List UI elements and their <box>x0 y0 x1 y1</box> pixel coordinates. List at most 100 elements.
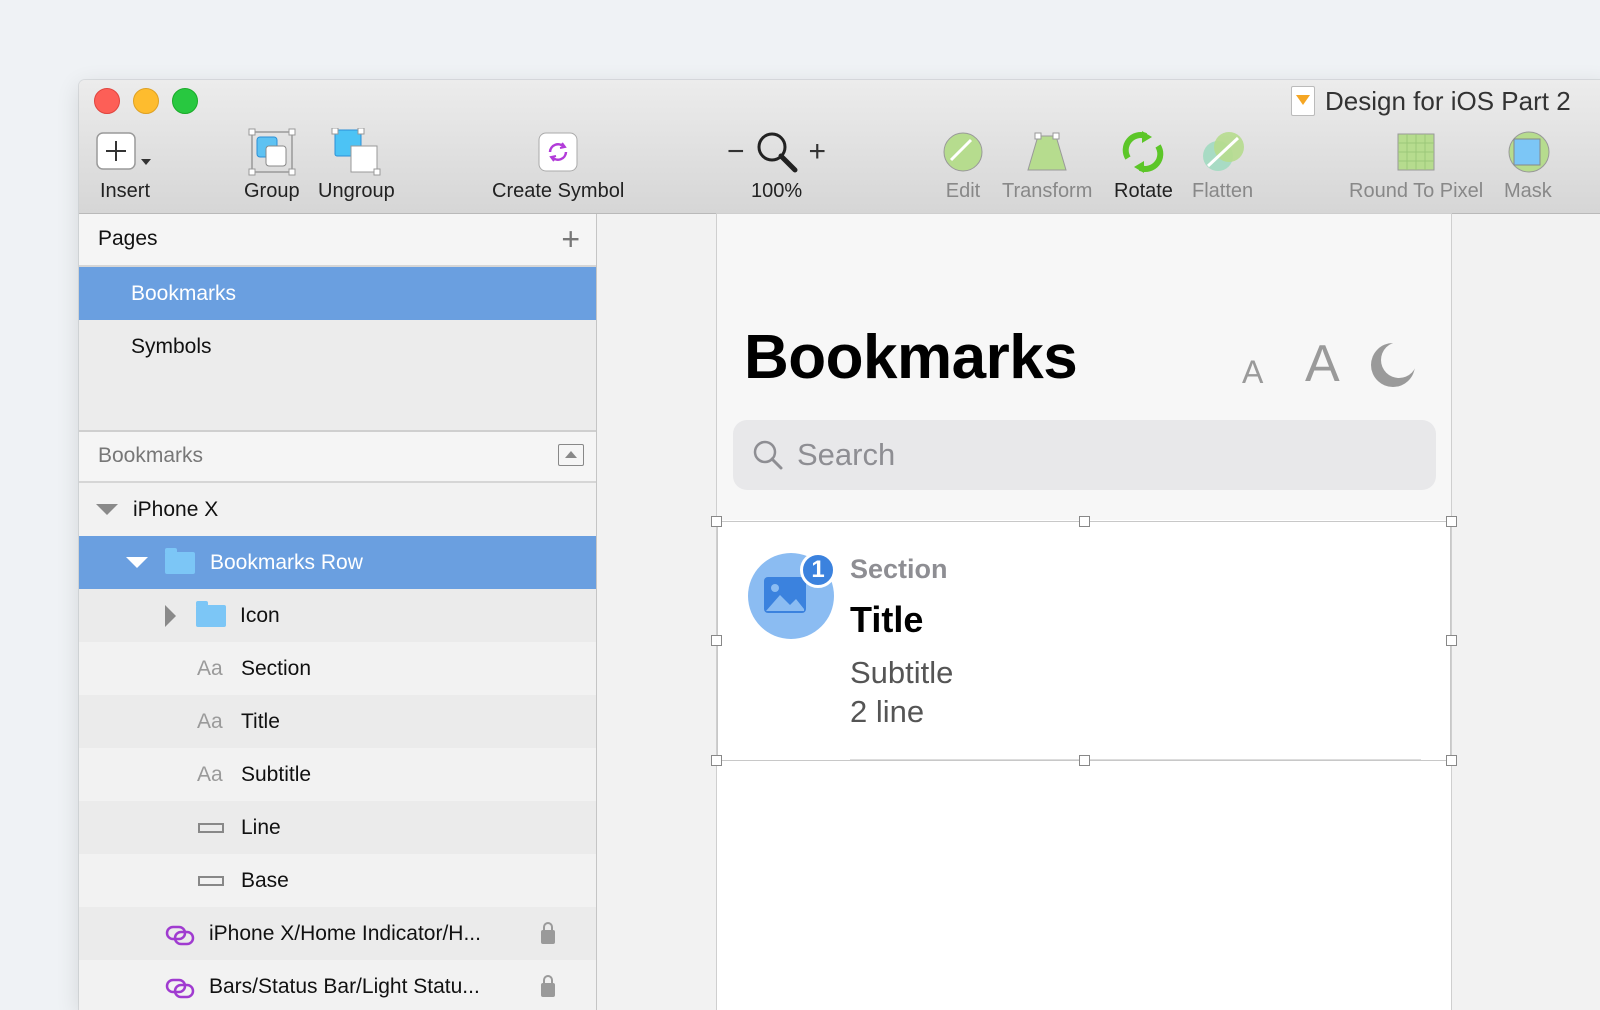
canvas[interactable]: Bookmarks A A Search 1 Section Title Sub… <box>597 214 1600 1010</box>
ungroup-label: Ungroup <box>318 180 395 202</box>
rotate-button[interactable]: Rotate <box>1114 128 1173 203</box>
rectangle-layer-icon <box>198 875 224 886</box>
disclosure-closed-icon[interactable] <box>165 604 176 627</box>
round-to-pixel-icon <box>1394 128 1438 176</box>
mask-icon <box>1505 128 1551 176</box>
layer-text-section[interactable]: Aa Section <box>79 642 596 695</box>
layer-label: Section <box>241 656 312 680</box>
resize-handle[interactable] <box>1079 755 1090 766</box>
lock-icon[interactable] <box>541 974 555 997</box>
layer-shape-base[interactable]: Base <box>79 854 596 907</box>
resize-handle[interactable] <box>1446 516 1457 527</box>
zoom-window-button[interactable] <box>172 88 198 114</box>
close-button[interactable] <box>94 88 120 114</box>
flatten-button[interactable]: Flatten <box>1192 128 1253 203</box>
resize-handle[interactable] <box>1079 516 1090 527</box>
dark-mode-icon[interactable] <box>1369 341 1417 389</box>
resize-handle[interactable] <box>1446 635 1457 646</box>
row-subtitle-line-1: Subtitle <box>850 655 954 690</box>
resize-handle[interactable] <box>711 755 722 766</box>
insert-button[interactable]: Insert <box>95 128 155 203</box>
group-icon <box>248 128 296 176</box>
insert-label: Insert <box>99 180 151 202</box>
search-placeholder: Search <box>797 437 896 472</box>
layer-shape-line[interactable]: Line <box>79 801 596 854</box>
layer-group-icon[interactable]: Icon <box>79 589 596 642</box>
sketch-document-icon <box>1291 86 1315 116</box>
folder-icon <box>196 600 226 627</box>
layer-label: Line <box>241 815 281 839</box>
zoom-in-button[interactable]: + <box>809 135 827 169</box>
lock-icon[interactable] <box>541 921 555 944</box>
transform-icon <box>1024 128 1070 176</box>
layer-label: iPhone X/Home Indicator/H... <box>209 921 481 945</box>
layer-label: iPhone X <box>133 497 219 521</box>
disclosure-open-icon[interactable] <box>126 557 148 568</box>
row-section: Section <box>850 554 948 584</box>
decrease-font-button[interactable]: A <box>1242 354 1263 391</box>
layer-text-subtitle[interactable]: Aa Subtitle <box>79 748 596 801</box>
folder-icon <box>165 547 195 574</box>
document-title: Design for iOS Part 2 <box>1291 86 1571 116</box>
flatten-label: Flatten <box>1192 180 1254 202</box>
insert-icon <box>95 128 155 176</box>
pages-header: Pages + <box>79 214 596 267</box>
layer-label: Title <box>241 709 280 733</box>
text-layer-icon: Aa <box>197 709 223 733</box>
transform-button[interactable]: Transform <box>1002 128 1092 203</box>
page-item-symbols[interactable]: Symbols <box>79 320 596 373</box>
mask-button[interactable]: Mask <box>1504 128 1552 203</box>
row-subtitle-line-2: 2 line <box>850 694 925 729</box>
sketch-window: Design for iOS Part 2 Insert Group Ungro… <box>79 80 1600 1010</box>
text-layer-icon: Aa <box>197 656 223 680</box>
round-to-pixel-label: Round To Pixel <box>1349 180 1484 202</box>
resize-handle[interactable] <box>711 516 722 527</box>
large-title: Bookmarks <box>744 323 1078 392</box>
symbol-instance-icon <box>165 924 195 945</box>
edit-icon <box>941 128 985 176</box>
magnifier-icon <box>757 132 798 173</box>
layer-label: Bars/Status Bar/Light Statu... <box>209 974 480 998</box>
layers-header: Bookmarks <box>79 432 596 483</box>
ungroup-icon <box>331 128 381 176</box>
bookmarks-row[interactable]: 1 Section Title Subtitle 2 line <box>717 521 1451 761</box>
layer-label: Bookmarks Row <box>210 550 363 574</box>
zoom-level[interactable]: 100% <box>751 180 802 203</box>
row-subtitle: Subtitle 2 line <box>850 653 953 731</box>
artboard-iphone-x[interactable]: Bookmarks A A Search 1 Section Title Sub… <box>711 214 1457 1010</box>
layers-sidebar: Pages + Bookmarks Symbols Bookmarks iPho… <box>79 214 597 1010</box>
group-button[interactable]: Group <box>244 128 300 203</box>
layer-symbol-home-indicator[interactable]: iPhone X/Home Indicator/H... <box>79 907 596 960</box>
zoom-out-button[interactable]: − <box>727 135 745 169</box>
navigation-header: Bookmarks A A Search <box>717 214 1451 520</box>
row-separator <box>850 759 1421 760</box>
layer-label: Icon <box>240 603 280 627</box>
layer-text-title[interactable]: Aa Title <box>79 695 596 748</box>
ungroup-button[interactable]: Ungroup <box>318 128 395 203</box>
minimize-button[interactable] <box>133 88 159 114</box>
text-layer-icon: Aa <box>197 762 223 786</box>
increase-font-button[interactable]: A <box>1305 334 1340 394</box>
group-label: Group <box>244 180 300 202</box>
round-to-pixel-button[interactable]: Round To Pixel <box>1349 128 1483 203</box>
toolbar: Design for iOS Part 2 Insert Group Ungro… <box>79 80 1600 214</box>
layer-group-bookmarks-row[interactable]: Bookmarks Row <box>79 536 596 589</box>
pages-title: Pages <box>98 227 158 250</box>
edit-button[interactable]: Edit <box>941 128 985 203</box>
document-title-text: Design for iOS Part 2 <box>1325 85 1571 116</box>
page-item-bookmarks[interactable]: Bookmarks <box>79 267 596 320</box>
resize-handle[interactable] <box>711 635 722 646</box>
mask-label: Mask <box>1504 180 1552 202</box>
add-page-button[interactable]: + <box>561 223 580 255</box>
layers-title: Bookmarks <box>98 444 204 467</box>
disclosure-open-icon[interactable] <box>96 504 118 515</box>
search-icon <box>753 440 783 470</box>
search-bar[interactable]: Search <box>733 420 1436 490</box>
layer-artboard-iphone-x[interactable]: iPhone X <box>79 483 596 536</box>
rotate-icon <box>1118 128 1168 176</box>
create-symbol-button[interactable]: Create Symbol <box>492 128 624 203</box>
pages-list-empty-area <box>79 372 596 432</box>
resize-handle[interactable] <box>1446 755 1457 766</box>
layer-symbol-status-bar[interactable]: Bars/Status Bar/Light Statu... <box>79 960 596 1010</box>
collapse-layers-icon[interactable] <box>558 444 584 466</box>
